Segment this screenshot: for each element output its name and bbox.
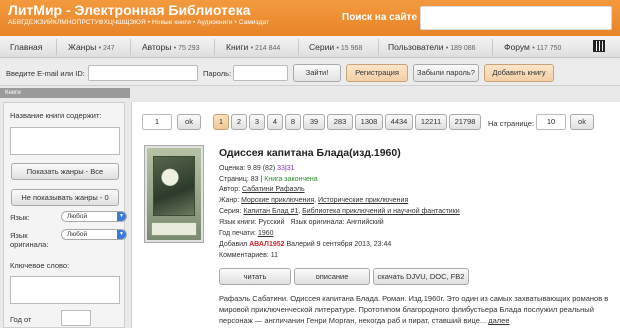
series-link[interactable]: Библиотека приключений и научной фантаст… [302, 208, 460, 215]
register-button[interactable]: Регистрация [346, 64, 408, 82]
per-page-label: На странице: [488, 119, 534, 128]
page-button[interactable]: 8 [285, 114, 301, 130]
chevron-down-icon: ▼ [117, 230, 126, 239]
book-year: Год печати: 1960 [219, 230, 274, 237]
alphabet-nav[interactable]: АБВГДЕЖЗИЙКЛМНОПРСТУФХЦЧШЩЭЮЯ • Новые кн… [8, 19, 269, 26]
password-field[interactable] [233, 65, 288, 81]
email-label: Введите E-mail или ID: [6, 69, 85, 78]
read-button[interactable]: читать [219, 268, 291, 285]
page-button[interactable]: 12211 [415, 114, 447, 130]
nav-item-home[interactable]: Главная [10, 42, 42, 52]
book-author: Автор: Сабатини Рафаэль [219, 186, 305, 193]
language-select[interactable]: Любой ▼ [61, 211, 127, 222]
per-page-input[interactable]: 10 [536, 114, 566, 130]
site-header: ЛитМир - Электронная Библиотека АБВГДЕЖЗ… [0, 0, 620, 36]
page-button[interactable]: 21798 [449, 114, 481, 130]
orig-language-select[interactable]: Любой ▼ [61, 229, 127, 240]
nav-item-users[interactable]: Пользователи • 189 086 [388, 42, 476, 52]
year-link[interactable]: 1960 [258, 230, 274, 237]
page-jump-ok-button[interactable]: ok [177, 114, 201, 130]
download-button[interactable]: скачать DJVU, DOC, FB2 [373, 268, 469, 285]
page-button[interactable]: 3 [249, 114, 265, 130]
login-button[interactable]: Зайти! [293, 64, 341, 82]
forgot-password-button[interactable]: Забыли пароль? [413, 64, 479, 82]
title-filter-label: Название книги содержит: [10, 111, 102, 120]
page-jump-input[interactable]: 1 [142, 114, 172, 130]
page-button[interactable]: 1308 [355, 114, 383, 130]
genre-link[interactable]: Исторические приключения [318, 197, 408, 204]
show-genres-button[interactable]: Показать жанры - Все [11, 163, 119, 180]
pagination: 1 ok 1 2 3 4 8 39 283 1308 4434 12211 21… [132, 108, 620, 132]
book-pages: Страниц: 83 | Книга закончена [219, 176, 318, 183]
email-field[interactable] [88, 65, 198, 81]
per-page-ok-button[interactable]: ok [570, 114, 594, 130]
book-series: Серия: Капитан Блад #1, Библиотека прикл… [219, 208, 460, 215]
nav-item-authors[interactable]: Авторы • 75 293 [142, 42, 200, 52]
keyword-label: Ключевое слово: [10, 261, 70, 270]
page-button[interactable]: 4 [267, 114, 283, 130]
nav-item-forum[interactable]: Форум • 117 750 [504, 42, 561, 52]
cover-title-plate [151, 222, 197, 236]
search-label: Поиск на сайте [342, 12, 418, 23]
nav-item-books[interactable]: Книги • 214 844 [226, 42, 280, 52]
section-title: Книги [0, 88, 130, 98]
series-link[interactable]: Капитан Блад #1 [243, 208, 298, 215]
filter-sidebar: Название книги содержит: Показать жанры … [3, 102, 127, 328]
language-label: Язык: [10, 213, 30, 222]
book-added-by: Добавил АВАЛ1952 Валерий 9 сентября 2013… [219, 241, 392, 248]
book-genres: Жанр: Морские приключения, Исторические … [219, 197, 409, 204]
page-button[interactable]: 1 [213, 114, 229, 130]
user-link[interactable]: АВАЛ1952 [249, 241, 284, 248]
book-title-link[interactable]: Одиссея капитана Блада(изд.1960) [219, 147, 401, 159]
nav-item-genres[interactable]: Жанры • 247 [68, 42, 115, 52]
cover-illustration [153, 156, 195, 216]
book-comments: Комментариев: 11 [219, 252, 278, 259]
keyword-input[interactable] [10, 276, 120, 304]
page-button[interactable]: 4434 [385, 114, 413, 130]
main-nav: Главная Жанры • 247 Авторы • 75 293 Книг… [0, 36, 620, 58]
year-from-input[interactable] [61, 310, 91, 326]
book-rating: Оценка: 9.89 (82) 33|31 [219, 165, 295, 172]
add-book-button[interactable]: Добавить книгу [484, 64, 554, 82]
hide-genres-button[interactable]: Не показывать жанры - 0 [11, 189, 119, 206]
login-bar: Введите E-mail или ID: Пароль: Зайти! Ре… [0, 60, 620, 86]
page-button[interactable]: 39 [303, 114, 325, 130]
page-button[interactable]: 2 [231, 114, 247, 130]
book-description: Рафаэль Сабатини. Одиссея капитана Блада… [219, 294, 609, 325]
title-filter-input[interactable] [10, 127, 120, 155]
book-languages: Язык книги: Русский Язык оригинала: Англ… [219, 219, 384, 226]
description-button[interactable]: описание [294, 268, 370, 285]
book-cover-image[interactable] [145, 146, 203, 242]
genre-link[interactable]: Морские приключения [241, 197, 314, 204]
year-from-label: Год от [10, 315, 32, 324]
chevron-down-icon: ▼ [117, 212, 126, 221]
site-logo[interactable]: ЛитМир - Электронная Библиотека [8, 2, 250, 18]
search-input[interactable] [420, 6, 612, 30]
read-more-link[interactable]: далее [488, 316, 509, 325]
password-label: Пароль: [203, 69, 232, 78]
page-button[interactable]: 283 [327, 114, 353, 130]
nav-item-series[interactable]: Серии • 15 968 [309, 42, 362, 52]
qr-code-icon[interactable] [593, 40, 605, 52]
author-link[interactable]: Сабатини Рафаэль [242, 186, 305, 193]
orig-language-label: Язык оригинала: [10, 231, 49, 249]
